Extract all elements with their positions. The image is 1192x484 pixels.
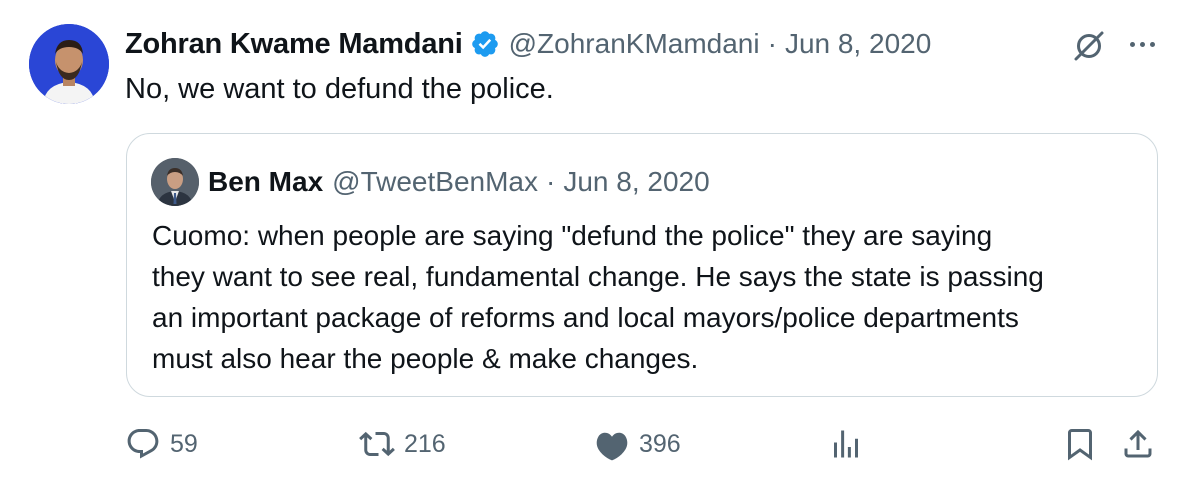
quoted-text-line: they want to see real, fundamental chang… xyxy=(152,261,1044,292)
bookmark-icon xyxy=(1068,429,1092,461)
tweet-date[interactable]: Jun 8, 2020 xyxy=(785,28,931,60)
reply-count: 59 xyxy=(170,429,198,458)
quoted-text-line: an important package of reforms and loca… xyxy=(152,302,1019,333)
quoted-meta-separator: · xyxy=(546,166,556,197)
quoted-author-handle[interactable]: @TweetBenMax xyxy=(332,166,538,198)
quoted-tweet-date[interactable]: Jun 8, 2020 xyxy=(563,166,709,198)
meta-separator: · xyxy=(767,28,777,59)
bookmark-button[interactable] xyxy=(1062,424,1098,464)
like-count: 396 xyxy=(639,429,681,458)
views-icon xyxy=(834,430,858,458)
share-icon xyxy=(1124,429,1152,458)
quoted-tweet-header: Ben Max @TweetBenMax · Jun 8, 2020 xyxy=(208,162,710,202)
like-icon xyxy=(596,432,628,461)
more-dot xyxy=(1139,41,1145,47)
author-handle[interactable]: @ZohranKMamdani xyxy=(509,28,760,60)
quoted-author-avatar[interactable] xyxy=(151,158,199,206)
quoted-author-name[interactable]: Ben Max xyxy=(208,166,323,198)
more-icon[interactable] xyxy=(1124,28,1160,60)
author-name[interactable]: Zohran Kwame Mamdani xyxy=(125,28,463,61)
repost-button[interactable]: 216 xyxy=(359,424,446,464)
repost-count: 216 xyxy=(404,429,446,458)
quoted-tweet[interactable]: Ben Max @TweetBenMax · Jun 8, 2020 Cuomo… xyxy=(126,133,1158,397)
quoted-tweet-text: Cuomo: when people are saying "defund th… xyxy=(152,215,1044,379)
quoted-text-line: must also hear the people & make changes… xyxy=(152,343,699,374)
tweet-header: Zohran Kwame Mamdani @ZohranKMamdani · J… xyxy=(125,24,931,64)
more-dot xyxy=(1129,41,1135,47)
author-avatar[interactable] xyxy=(29,24,109,104)
views-button[interactable] xyxy=(828,424,864,464)
tweet-text: No, we want to defund the police. xyxy=(125,73,554,105)
grok-icon[interactable] xyxy=(1071,28,1107,64)
share-button[interactable] xyxy=(1120,424,1156,464)
quoted-text-line: Cuomo: when people are saying "defund th… xyxy=(152,220,993,251)
like-button[interactable]: 396 xyxy=(594,424,681,464)
reply-button[interactable]: 59 xyxy=(125,424,198,464)
repost-icon xyxy=(359,431,395,457)
reply-icon xyxy=(127,429,159,459)
more-dot xyxy=(1149,41,1155,47)
verified-badge-icon[interactable] xyxy=(470,29,500,59)
action-bar: 59 216 396 xyxy=(0,424,1192,468)
